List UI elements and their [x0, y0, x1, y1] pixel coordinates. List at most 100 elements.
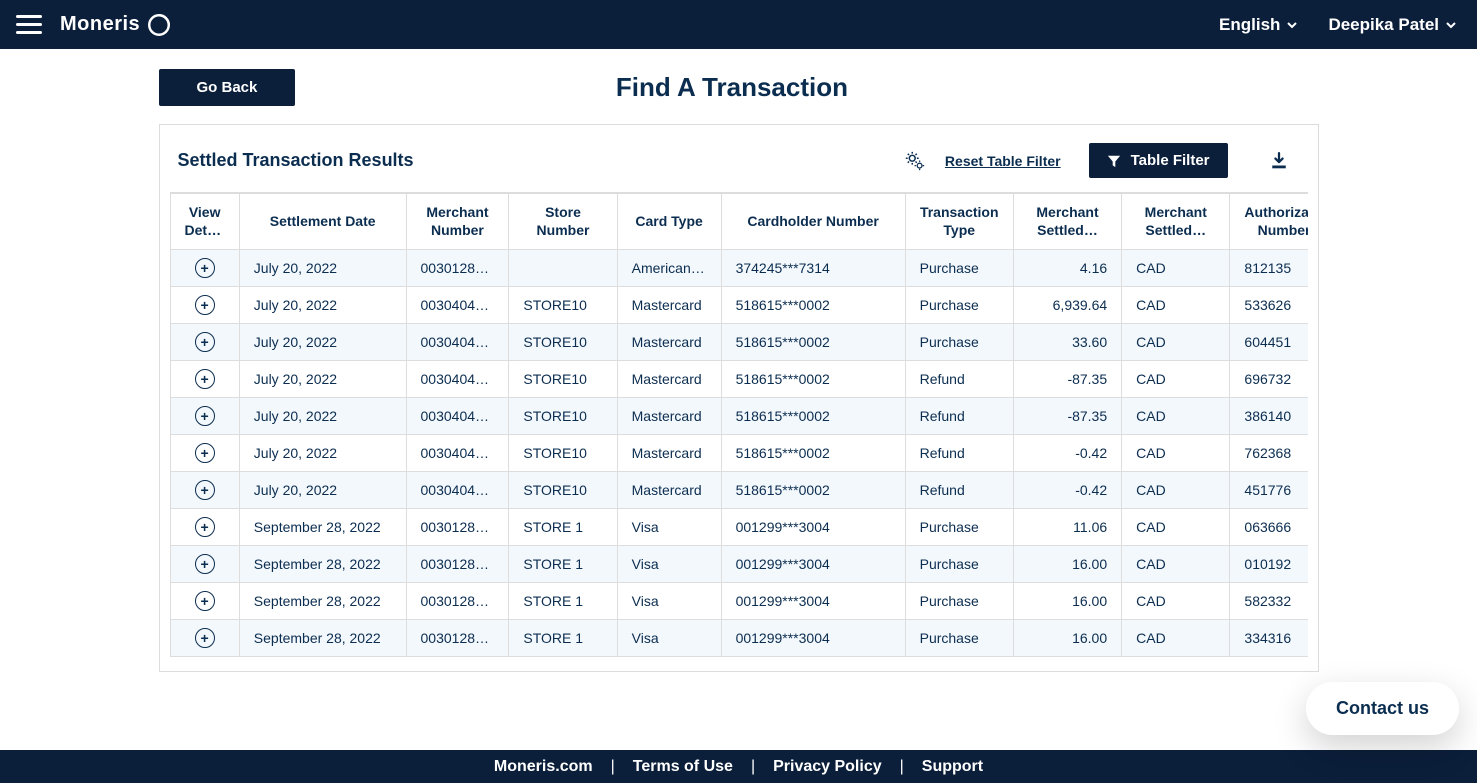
- table-row: +July 20, 202200304048…STORE10Mastercard…: [170, 287, 1308, 324]
- table-row: +September 28, 202200301289…STORE 1Visa0…: [170, 620, 1308, 657]
- view-cell: +: [170, 250, 239, 287]
- cell-ttype: Refund: [905, 398, 1013, 435]
- cell-currency: CAD: [1122, 583, 1230, 620]
- col-holder[interactable]: Cardholder Number: [721, 194, 905, 250]
- cell-ttype: Purchase: [905, 250, 1013, 287]
- view-cell: +: [170, 324, 239, 361]
- expand-row-icon[interactable]: +: [195, 332, 215, 352]
- language-selector[interactable]: English: [1219, 15, 1298, 35]
- expand-row-icon[interactable]: +: [195, 517, 215, 537]
- cell-currency: CAD: [1122, 324, 1230, 361]
- expand-row-icon[interactable]: +: [195, 591, 215, 611]
- footer-link-terms[interactable]: Terms of Use: [615, 758, 751, 776]
- col-card[interactable]: Card Type: [617, 194, 721, 250]
- cell-merchant: 00304048…: [406, 472, 509, 509]
- download-icon[interactable]: [1268, 150, 1290, 172]
- cell-holder: 518615***0002: [721, 361, 905, 398]
- cell-date: July 20, 2022: [239, 324, 406, 361]
- expand-row-icon[interactable]: +: [195, 443, 215, 463]
- view-cell: +: [170, 583, 239, 620]
- table-row: +September 28, 202200301289…STORE 1Visa0…: [170, 509, 1308, 546]
- cell-merchant: 00304048…: [406, 361, 509, 398]
- cell-holder: 001299***3004: [721, 583, 905, 620]
- brand: Moneris: [60, 12, 172, 38]
- view-cell: +: [170, 287, 239, 324]
- cell-currency: CAD: [1122, 509, 1230, 546]
- user-menu[interactable]: Deepika Patel: [1328, 15, 1457, 35]
- top-bar-right: English Deepika Patel: [1219, 15, 1457, 35]
- cell-date: September 28, 2022: [239, 509, 406, 546]
- cell-auth: 386140: [1230, 398, 1308, 435]
- cell-store: STORE10: [509, 472, 617, 509]
- cell-store: STORE10: [509, 287, 617, 324]
- cell-ttype: Refund: [905, 472, 1013, 509]
- cell-auth: 812135: [1230, 250, 1308, 287]
- cell-amount: 16.00: [1013, 620, 1121, 657]
- footer-link-moneris[interactable]: Moneris.com: [476, 758, 611, 776]
- cell-merchant: 00304048…: [406, 324, 509, 361]
- expand-row-icon[interactable]: +: [195, 406, 215, 426]
- cell-store: [509, 250, 617, 287]
- cell-currency: CAD: [1122, 250, 1230, 287]
- col-date[interactable]: Settlement Date: [239, 194, 406, 250]
- expand-row-icon[interactable]: +: [195, 369, 215, 389]
- table-row: +July 20, 202200301289…American…374245**…: [170, 250, 1308, 287]
- cell-amount: 16.00: [1013, 583, 1121, 620]
- table-row: +July 20, 202200304048…STORE10Mastercard…: [170, 398, 1308, 435]
- cell-card: Mastercard: [617, 472, 721, 509]
- col-store[interactable]: Store Number: [509, 194, 617, 250]
- cell-currency: CAD: [1122, 435, 1230, 472]
- cell-auth: 696732: [1230, 361, 1308, 398]
- cell-store: STORE10: [509, 435, 617, 472]
- cell-merchant: 00301289…: [406, 620, 509, 657]
- cell-currency: CAD: [1122, 398, 1230, 435]
- user-name: Deepika Patel: [1328, 15, 1439, 35]
- contact-us-button[interactable]: Contact us: [1306, 682, 1459, 735]
- table-settings-icon[interactable]: [903, 149, 927, 173]
- cell-ttype: Purchase: [905, 546, 1013, 583]
- view-cell: +: [170, 435, 239, 472]
- expand-row-icon[interactable]: +: [195, 480, 215, 500]
- cell-merchant: 00304048…: [406, 398, 509, 435]
- cell-card: American…: [617, 250, 721, 287]
- reset-table-filter-link[interactable]: Reset Table Filter: [945, 153, 1061, 169]
- view-cell: +: [170, 546, 239, 583]
- cell-ttype: Purchase: [905, 324, 1013, 361]
- view-cell: +: [170, 509, 239, 546]
- expand-row-icon[interactable]: +: [195, 295, 215, 315]
- cell-card: Mastercard: [617, 435, 721, 472]
- funnel-icon: [1107, 154, 1121, 168]
- col-auth[interactable]: Authorization Number: [1230, 194, 1308, 250]
- col-ttype[interactable]: Transaction Type: [905, 194, 1013, 250]
- cell-ttype: Purchase: [905, 583, 1013, 620]
- col-amount[interactable]: Merchant Settled…: [1013, 194, 1121, 250]
- cell-card: Mastercard: [617, 324, 721, 361]
- footer-link-privacy[interactable]: Privacy Policy: [755, 758, 900, 776]
- expand-row-icon[interactable]: +: [195, 554, 215, 574]
- cell-amount: 11.06: [1013, 509, 1121, 546]
- top-bar-left: Moneris: [10, 9, 172, 40]
- cell-store: STORE10: [509, 398, 617, 435]
- col-view[interactable]: View Details: [170, 194, 239, 250]
- cell-card: Visa: [617, 509, 721, 546]
- view-cell: +: [170, 361, 239, 398]
- cell-currency: CAD: [1122, 287, 1230, 324]
- cell-amount: 33.60: [1013, 324, 1121, 361]
- cell-holder: 518615***0002: [721, 435, 905, 472]
- expand-row-icon[interactable]: +: [195, 628, 215, 648]
- hamburger-menu-icon[interactable]: [10, 9, 48, 40]
- top-bar: Moneris English Deepika Patel: [0, 0, 1477, 49]
- col-currency[interactable]: Merchant Settled…: [1122, 194, 1230, 250]
- table-filter-label: Table Filter: [1131, 152, 1210, 169]
- cell-date: July 20, 2022: [239, 287, 406, 324]
- expand-row-icon[interactable]: +: [195, 258, 215, 278]
- cell-store: STORE10: [509, 361, 617, 398]
- go-back-button[interactable]: Go Back: [159, 69, 296, 106]
- footer-link-support[interactable]: Support: [904, 758, 1001, 776]
- cell-ttype: Purchase: [905, 287, 1013, 324]
- col-merchant[interactable]: Merchant Number: [406, 194, 509, 250]
- table-filter-button[interactable]: Table Filter: [1089, 143, 1228, 178]
- cell-auth: 762368: [1230, 435, 1308, 472]
- table-row: +July 20, 202200304048…STORE10Mastercard…: [170, 324, 1308, 361]
- table-scroll[interactable]: View Details Settlement Date Merchant Nu…: [170, 192, 1308, 657]
